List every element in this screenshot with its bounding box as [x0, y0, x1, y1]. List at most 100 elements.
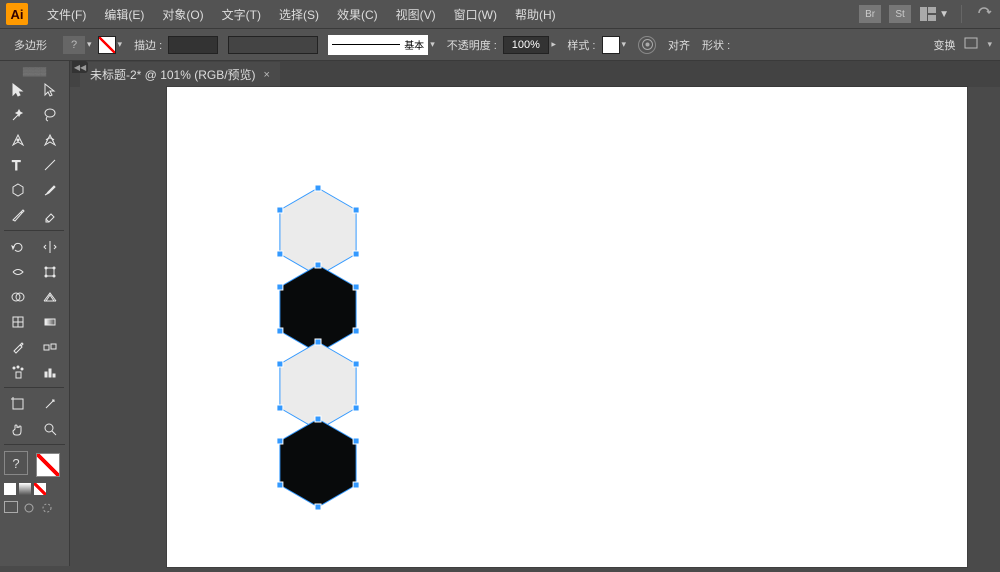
chevron-down-icon[interactable]: ▾: [987, 39, 992, 50]
stock-icon[interactable]: St: [889, 5, 911, 23]
app-logo: Ai: [6, 3, 28, 25]
selection-handle[interactable]: [353, 361, 359, 367]
hand-tool[interactable]: [4, 417, 32, 440]
menu-view[interactable]: 视图(V): [387, 6, 445, 23]
chevron-down-icon[interactable]: ▾: [87, 39, 92, 50]
transform-label[interactable]: 变换: [933, 37, 955, 53]
free-transform-tool[interactable]: [36, 260, 64, 283]
sync-icon[interactable]: [974, 5, 994, 24]
variable-width-select[interactable]: [228, 36, 318, 54]
isolate-icon[interactable]: [963, 36, 979, 53]
stroke-weight-select[interactable]: [168, 36, 218, 54]
selection-handle[interactable]: [277, 405, 283, 411]
menu-window[interactable]: 窗口(W): [445, 6, 506, 23]
screen-mode-normal[interactable]: [4, 501, 18, 513]
menu-select[interactable]: 选择(S): [270, 6, 328, 23]
symbol-sprayer-tool[interactable]: [4, 360, 32, 383]
panel-collapse-handle[interactable]: ◀◀: [72, 61, 88, 73]
selection-handle[interactable]: [277, 328, 283, 334]
shape-builder-tool[interactable]: [4, 285, 32, 308]
opacity-input[interactable]: 100%: [503, 36, 549, 54]
artboard-tool[interactable]: [4, 392, 32, 415]
selection-handle[interactable]: [353, 405, 359, 411]
align-label[interactable]: 对齐: [668, 37, 690, 53]
menu-object[interactable]: 对象(O): [153, 6, 212, 23]
selection-handle[interactable]: [353, 482, 359, 488]
close-icon[interactable]: ×: [264, 69, 270, 81]
chevron-down-icon[interactable]: ▾: [622, 39, 627, 50]
menu-file[interactable]: 文件(F): [38, 6, 95, 23]
selection-handle[interactable]: [277, 361, 283, 367]
eraser-tool[interactable]: [36, 203, 64, 226]
hexagon-shape[interactable]: [280, 419, 356, 507]
draw-mode-icon[interactable]: [22, 501, 36, 519]
toolbar-grip[interactable]: ▓▓▓▓: [4, 67, 65, 76]
stroke-none-swatch[interactable]: [36, 453, 60, 477]
selection-handle[interactable]: [277, 482, 283, 488]
selection-handle[interactable]: [353, 284, 359, 290]
recolor-artwork-icon[interactable]: [638, 36, 656, 54]
chevron-down-icon[interactable]: ▾: [118, 39, 123, 50]
perspective-grid-tool[interactable]: [36, 285, 64, 308]
brush-label: 基本: [404, 37, 424, 52]
graphic-style-swatch[interactable]: [602, 36, 620, 54]
color-mode-none[interactable]: [34, 483, 46, 495]
selection-handle[interactable]: [277, 207, 283, 213]
curvature-tool[interactable]: [36, 128, 64, 151]
menu-bar: Ai 文件(F) 编辑(E) 对象(O) 文字(T) 选择(S) 效果(C) 视…: [0, 0, 1000, 28]
selection-handle[interactable]: [277, 284, 283, 290]
selection-handle[interactable]: [315, 416, 321, 422]
zoom-tool[interactable]: [36, 417, 64, 440]
selection-handle[interactable]: [353, 251, 359, 257]
pencil-tool[interactable]: [4, 203, 32, 226]
selection-handle[interactable]: [315, 339, 321, 345]
document-tab-title: 未标题-2* @ 101% (RGB/预览): [90, 66, 256, 83]
selection-type-label: 多边形: [8, 35, 53, 55]
bridge-icon[interactable]: Br: [859, 5, 881, 23]
shape-label[interactable]: 形状 :: [702, 37, 730, 53]
mesh-tool[interactable]: [4, 310, 32, 333]
direct-selection-tool[interactable]: [36, 78, 64, 101]
lasso-tool[interactable]: [36, 103, 64, 126]
selection-handle[interactable]: [277, 438, 283, 444]
work-area: [72, 87, 1000, 566]
chevron-down-icon[interactable]: ▾: [430, 39, 435, 50]
shape-tool[interactable]: [4, 178, 32, 201]
fill-swatch[interactable]: ?: [63, 36, 85, 54]
chevron-right-icon[interactable]: ▾: [548, 42, 559, 47]
rotate-tool[interactable]: [4, 235, 32, 258]
column-graph-tool[interactable]: [36, 360, 64, 383]
selection-handle[interactable]: [353, 207, 359, 213]
brush-definition-select[interactable]: 基本: [328, 35, 428, 55]
paintbrush-tool[interactable]: [36, 178, 64, 201]
color-mode-gradient[interactable]: [19, 483, 31, 495]
selection-handle[interactable]: [353, 328, 359, 334]
selection-tool[interactable]: [4, 78, 32, 101]
selection-handle[interactable]: [277, 251, 283, 257]
fill-unknown-swatch[interactable]: ?: [4, 451, 28, 475]
menu-effect[interactable]: 效果(C): [328, 6, 387, 23]
pen-tool[interactable]: [4, 128, 32, 151]
reflect-tool[interactable]: [36, 235, 64, 258]
blend-tool[interactable]: [36, 335, 64, 358]
menu-edit[interactable]: 编辑(E): [95, 6, 153, 23]
selection-handle[interactable]: [315, 262, 321, 268]
width-tool[interactable]: [4, 260, 32, 283]
artboard[interactable]: [167, 87, 967, 567]
menu-help[interactable]: 帮助(H): [506, 6, 565, 23]
selection-handle[interactable]: [315, 185, 321, 191]
magic-wand-tool[interactable]: [4, 103, 32, 126]
selection-handle[interactable]: [315, 504, 321, 510]
line-tool[interactable]: [36, 153, 64, 176]
arrange-docs-icon[interactable]: ▼: [919, 6, 949, 22]
draw-behind-icon[interactable]: [40, 501, 54, 519]
slice-tool[interactable]: [36, 392, 64, 415]
color-mode-fill[interactable]: [4, 483, 16, 495]
menu-type[interactable]: 文字(T): [213, 6, 270, 23]
selection-handle[interactable]: [353, 438, 359, 444]
stroke-swatch[interactable]: [98, 36, 116, 54]
eyedropper-tool[interactable]: [4, 335, 32, 358]
document-tab[interactable]: 未标题-2* @ 101% (RGB/预览) ×: [80, 62, 280, 87]
type-tool[interactable]: T: [4, 153, 32, 176]
gradient-tool[interactable]: [36, 310, 64, 333]
